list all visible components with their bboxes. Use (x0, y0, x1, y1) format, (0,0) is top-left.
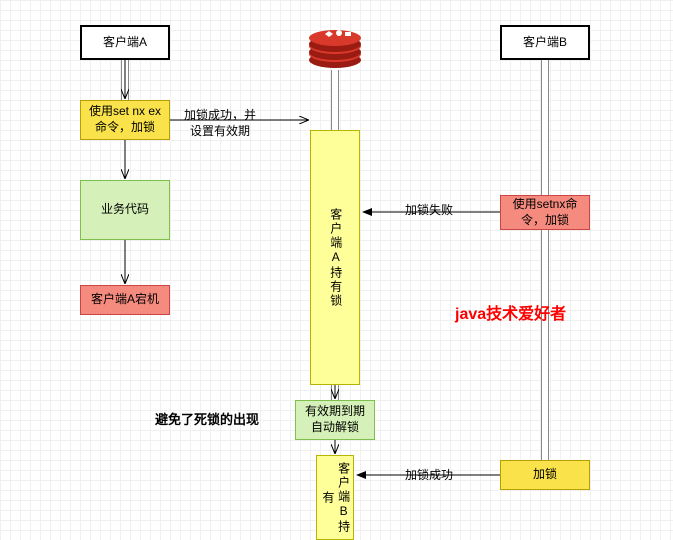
setnx-b-label: 使用setnx命令，加锁 (505, 197, 585, 228)
node-aholds: 客户端A持有锁 (310, 130, 360, 385)
label-lock-ok: 加锁成功 (405, 468, 453, 484)
lifeline-client-b-2 (541, 230, 549, 460)
node-setnx-b: 使用setnx命令，加锁 (500, 195, 590, 230)
redis-icon (307, 22, 363, 70)
lifeline-client-b (541, 60, 549, 200)
expire-label: 有效期到期自动解锁 (300, 404, 370, 435)
setnxex-label: 使用set nx ex命令，加锁 (85, 104, 165, 135)
label-avoid-deadlock: 避免了死锁的出现 (155, 412, 259, 429)
node-bizcode: 业务代码 (80, 180, 170, 240)
bizcode-label: 业务代码 (101, 202, 149, 218)
node-client-a: 客户端A (80, 25, 170, 60)
lock-b-label: 加锁 (533, 467, 557, 483)
node-setnxex: 使用set nx ex命令，加锁 (80, 100, 170, 140)
label-lock-fail: 加锁失败 (405, 203, 453, 219)
client-b-label: 客户端B (523, 35, 567, 51)
bholds-label: 客户端B持有 (319, 460, 350, 535)
node-client-b: 客户端B (500, 25, 590, 60)
acrash-label: 客户端A宕机 (91, 292, 159, 308)
label-lock-ok-set: 加锁成功，并设置有效期 (180, 108, 260, 139)
node-bholds: 客户端B持有 (316, 455, 354, 540)
node-lock-b: 加锁 (500, 460, 590, 490)
node-acrash: 客户端A宕机 (80, 285, 170, 315)
lifeline-redis-2 (331, 385, 339, 400)
node-expire: 有效期到期自动解锁 (295, 400, 375, 440)
client-a-label: 客户端A (103, 35, 147, 51)
lifeline-redis (331, 70, 339, 130)
lifeline-client-a (121, 60, 129, 100)
watermark: java技术爱好者 (455, 305, 566, 326)
aholds-label: 客户端A持有锁 (327, 208, 343, 308)
